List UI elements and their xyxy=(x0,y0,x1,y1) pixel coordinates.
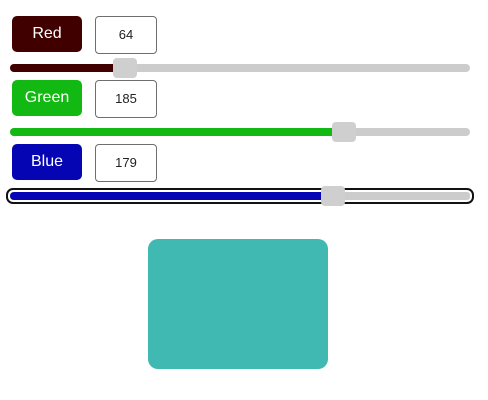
blue-slider[interactable] xyxy=(6,186,474,206)
red-slider-thumb[interactable] xyxy=(113,58,137,78)
red-value-input[interactable]: 64 xyxy=(95,16,157,54)
blue-channel-label: Blue xyxy=(12,144,82,180)
green-value-input[interactable]: 185 xyxy=(95,80,157,118)
blue-slider-fill xyxy=(10,192,333,200)
red-slider[interactable] xyxy=(10,58,470,78)
blue-slider-thumb[interactable] xyxy=(321,186,345,206)
green-slider[interactable] xyxy=(10,122,470,142)
green-channel-label: Green xyxy=(12,80,82,116)
red-slider-fill xyxy=(10,64,125,72)
green-slider-thumb[interactable] xyxy=(332,122,356,142)
blue-value-input[interactable]: 179 xyxy=(95,144,157,182)
red-channel-label: Red xyxy=(12,16,82,52)
color-preview-swatch xyxy=(148,239,328,369)
green-slider-fill xyxy=(10,128,344,136)
